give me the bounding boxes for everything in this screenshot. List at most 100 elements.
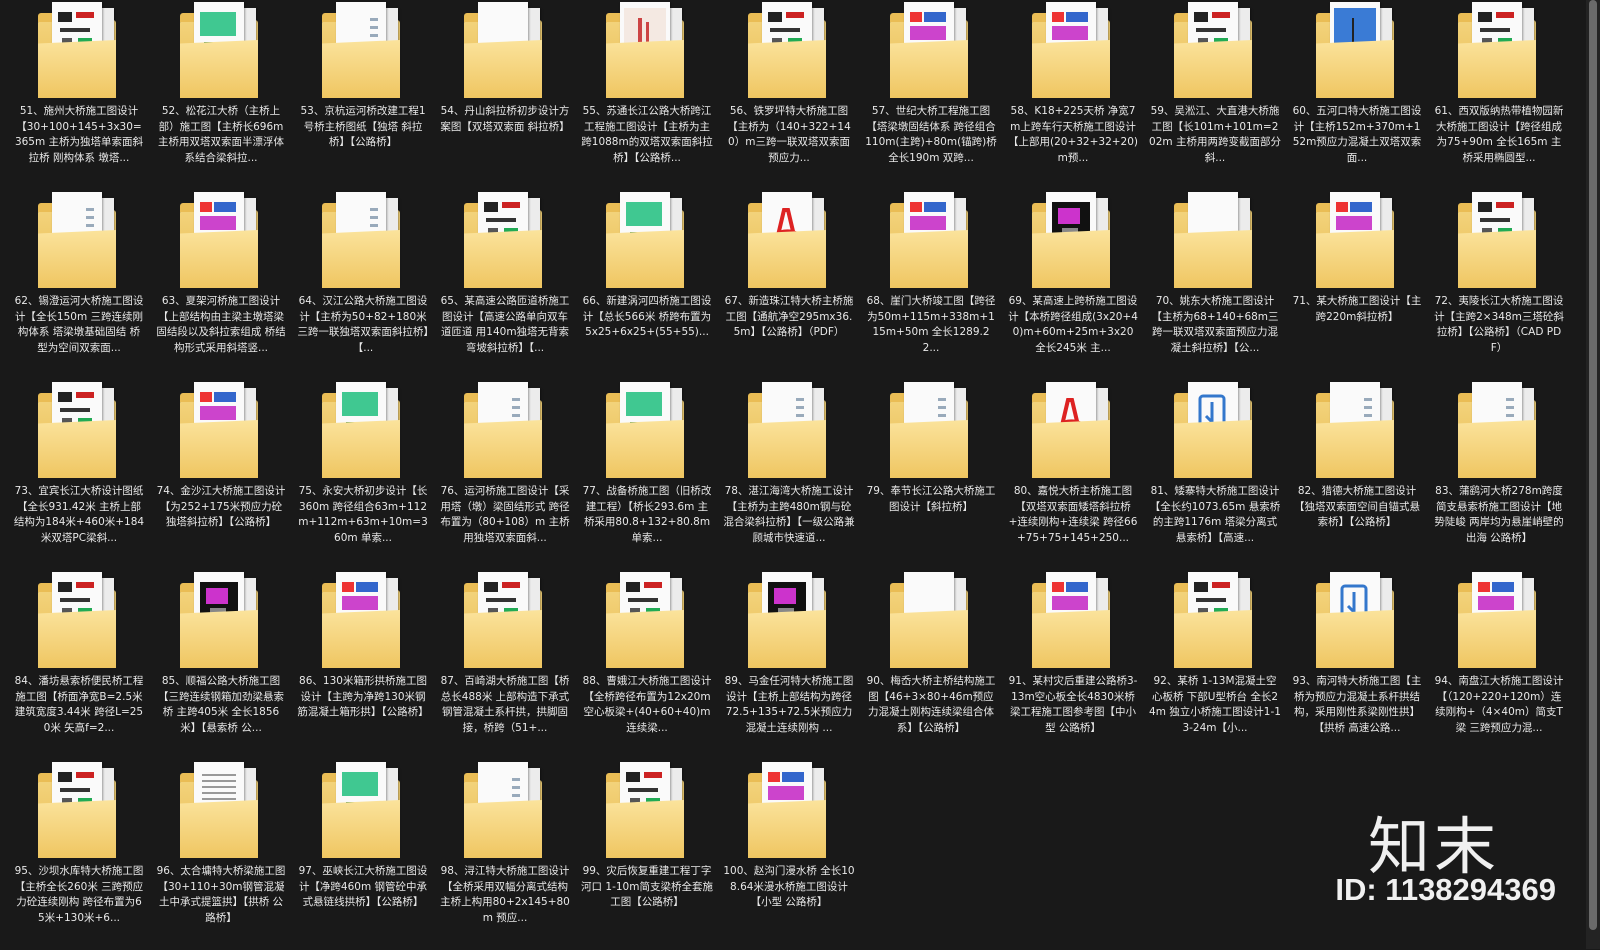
folder-name[interactable]: 71、某大桥施工图设计【主跨220m斜拉桥】 [1291, 294, 1423, 325]
folder-item[interactable]: 64、汉江公路大桥施工图设计【主桥为50+82+180米三跨一联独塔双索面斜拉桥… [292, 190, 434, 380]
folder-icon[interactable] [464, 380, 546, 486]
folder-item[interactable]: 98、浔江特大桥施工图设计【全桥采用双幅分离式结构 主桥上构用80+2x145+… [434, 760, 576, 950]
folder-icon[interactable] [890, 190, 972, 296]
folder-item[interactable]: 82、猎德大桥施工图设计【独塔双索面空间自锚式悬索桥】【公路桥】 [1286, 380, 1428, 570]
folder-icon[interactable] [606, 760, 688, 866]
folder-icon[interactable] [38, 570, 120, 676]
folder-name[interactable]: 92、某桥 1-13M混凝土空心板桥 下部U型桥台 全长24m 独立小桥施工图设… [1149, 674, 1281, 736]
folder-name[interactable]: 96、太合墉特大桥梁施工图【30+110+30m钢管混凝土中承式提篮拱】【拱桥 … [155, 864, 287, 926]
folder-name[interactable]: 79、奉节长江公路大桥施工图设计【斜拉桥】 [865, 484, 997, 515]
folder-item[interactable]: 97、巫峡长江大桥施工图设计【净跨460m 钢管砼中承式悬链线拱桥】【公路桥】 [292, 760, 434, 950]
folder-item[interactable]: 85、顺福公路大桥施工图【三跨连续钢箱加劲梁悬索桥 主跨405米 全长1856米… [150, 570, 292, 760]
folder-icon[interactable] [464, 190, 546, 296]
folder-item[interactable]: 88、曹娥江大桥施工图设计【全桥跨径布置为12x20m空心板梁+(40+60+4… [576, 570, 718, 760]
folder-icon[interactable] [1032, 570, 1114, 676]
folder-name[interactable]: 100、赵沟门漫水桥 全长108.64米漫水桥施工图设计【小型 公路桥】 [723, 864, 855, 911]
folder-icon[interactable] [180, 190, 262, 296]
folder-icon[interactable] [1316, 190, 1398, 296]
folder-name[interactable]: 63、夏架河桥施工图设计【上部结构由主梁主墩塔梁固结段以及斜拉索组成 桥结构形式… [155, 294, 287, 356]
folder-item[interactable]: 100、赵沟门漫水桥 全长108.64米漫水桥施工图设计【小型 公路桥】 [718, 760, 860, 950]
folder-icon[interactable] [1174, 570, 1256, 676]
folder-item[interactable]: 86、130米箱形拱桥施工图设计【主跨为净跨130米钢筋混凝土箱形拱】【公路桥】 [292, 570, 434, 760]
folder-icon[interactable] [748, 760, 830, 866]
folder-item[interactable]: 93、南河特大桥施工图【主桥为预应力混凝土系杆拱结构，采用刚性系梁刚性拱】【拱桥… [1286, 570, 1428, 760]
folder-item[interactable]: 94、南盘江大桥施工图设计【（120+220+120m）连续刚构+（4×40m）… [1428, 570, 1570, 760]
folder-icon[interactable] [890, 380, 972, 486]
folder-icon[interactable] [464, 760, 546, 866]
folder-icon[interactable] [322, 570, 404, 676]
folder-name[interactable]: 82、猎德大桥施工图设计【独塔双索面空间自锚式悬索桥】【公路桥】 [1291, 484, 1423, 531]
folder-item[interactable]: 96、太合墉特大桥梁施工图【30+110+30m钢管混凝土中承式提篮拱】【拱桥 … [150, 760, 292, 950]
folder-item[interactable]: 55、苏通长江公路大桥跨江工程施工图设计【主桥为主跨1088m的双塔双索面斜拉桥… [576, 0, 718, 190]
folder-icon[interactable] [1032, 380, 1114, 486]
folder-name[interactable]: 98、浔江特大桥施工图设计【全桥采用双幅分离式结构 主桥上构用80+2x145+… [439, 864, 571, 926]
folder-icon[interactable] [1032, 0, 1114, 106]
folder-icon[interactable] [180, 760, 262, 866]
folder-item[interactable]: 80、嘉悦大桥主桥施工图【双塔双索面矮塔斜拉桥+连续刚构+连续梁 跨径66+75… [1002, 380, 1144, 570]
folder-item[interactable]: 71、某大桥施工图设计【主跨220m斜拉桥】 [1286, 190, 1428, 380]
folder-name[interactable]: 53、京杭运河桥改建工程1号桥主桥图纸【独塔 斜拉桥】【公路桥】 [297, 104, 429, 151]
folder-name[interactable]: 67、新造珠江特大桥主桥施工图【通航净空295mx36.5m】【公路桥】（PDF… [723, 294, 855, 341]
folder-icon[interactable] [748, 380, 830, 486]
vertical-scrollbar[interactable] [1586, 0, 1600, 949]
folder-icon[interactable] [180, 0, 262, 106]
folder-item[interactable]: 56、铁罗坪特大桥施工图【主桥为（140+322+140）m三跨一联双塔双索面预… [718, 0, 860, 190]
folder-icon[interactable] [1316, 0, 1398, 106]
folder-name[interactable]: 62、锡澄运河大桥施工图设计【全长150m 三跨连续刚构体系 塔梁墩基础固结 桥… [13, 294, 145, 356]
folder-item[interactable]: 57、世纪大桥工程施工图【塔梁墩固结体系 跨径组合110m(主跨)+80m(锚跨… [860, 0, 1002, 190]
folder-name[interactable]: 87、百崎湖大桥施工图【桥总长488米 上部构造下承式钢管混凝土系杆拱，拱脚固接… [439, 674, 571, 736]
folder-name[interactable]: 51、施州大桥施工图设计【30+100+145+3x30=365m 主桥为独塔单… [13, 104, 145, 166]
folder-icon[interactable] [1458, 0, 1540, 106]
folder-name[interactable]: 91、某村灾后重建公路桥3-13m空心板全长4830米桥梁工程施工图参考图【中小… [1007, 674, 1139, 736]
folder-name[interactable]: 64、汉江公路大桥施工图设计【主桥为50+82+180米三跨一联独塔双索面斜拉桥… [297, 294, 429, 356]
folder-icon[interactable] [1458, 190, 1540, 296]
folder-name[interactable]: 74、金沙江大桥施工图设计【为252+175米预应力砼独塔斜拉桥】【公路桥】 [155, 484, 287, 531]
folder-name[interactable]: 58、K18+225天桥 净宽7m上跨车行天桥施工图设计【上部用(20+32+3… [1007, 104, 1139, 166]
folder-name[interactable]: 77、战备桥施工图（旧桥改建工程）【桥长293.6m 主桥采用80.8+132+… [581, 484, 713, 546]
folder-name[interactable]: 54、丹山斜拉桥初步设计方案图【双塔双索面 斜拉桥】 [439, 104, 571, 135]
folder-item[interactable]: 90、梅岙大桥主桥结构施工图【46+3×80+46m预应力混凝土刚构连续梁组合体… [860, 570, 1002, 760]
folder-icon[interactable] [606, 570, 688, 676]
folder-name[interactable]: 80、嘉悦大桥主桥施工图【双塔双索面矮塔斜拉桥+连续刚构+连续梁 跨径66+75… [1007, 484, 1139, 546]
folder-icon[interactable] [1174, 190, 1256, 296]
folder-icon[interactable] [1458, 380, 1540, 486]
folder-item[interactable]: 62、锡澄运河大桥施工图设计【全长150m 三跨连续刚构体系 塔梁墩基础固结 桥… [8, 190, 150, 380]
folder-icon[interactable] [606, 0, 688, 106]
folder-item[interactable]: 78、湛江海湾大桥施工设计【主桥为主跨480m钢与砼混合梁斜拉桥】【一级公路兼顾… [718, 380, 860, 570]
folder-icon[interactable] [322, 190, 404, 296]
folder-item[interactable]: 60、五河口特大桥施工图设计【主桥152m+370m+152m预应力混凝土双塔双… [1286, 0, 1428, 190]
folder-item[interactable]: 91、某村灾后重建公路桥3-13m空心板全长4830米桥梁工程施工图参考图【中小… [1002, 570, 1144, 760]
folder-icon[interactable] [1458, 570, 1540, 676]
folder-item[interactable]: 87、百崎湖大桥施工图【桥总长488米 上部构造下承式钢管混凝土系杆拱，拱脚固接… [434, 570, 576, 760]
folder-item[interactable]: 95、沙坝水库特大桥施工图【主桥全长260米 三跨预应力砼连续刚构 跨径布置为6… [8, 760, 150, 950]
folder-icon[interactable] [322, 760, 404, 866]
folder-item[interactable]: 54、丹山斜拉桥初步设计方案图【双塔双索面 斜拉桥】 [434, 0, 576, 190]
folder-item[interactable]: 76、运河桥施工图设计【采用塔（墩）梁固结形式 跨径布置为（80+108）m 主… [434, 380, 576, 570]
folder-icon[interactable] [606, 190, 688, 296]
folder-name[interactable]: 56、铁罗坪特大桥施工图【主桥为（140+322+140）m三跨一联双塔双索面预… [723, 104, 855, 166]
folder-item[interactable]: 67、新造珠江特大桥主桥施工图【通航净空295mx36.5m】【公路桥】（PDF… [718, 190, 860, 380]
folder-item[interactable]: 63、夏架河桥施工图设计【上部结构由主梁主墩塔梁固结段以及斜拉索组成 桥结构形式… [150, 190, 292, 380]
folder-name[interactable]: 84、潘坊悬索桥便民桥工程施工图【桥面净宽B=2.5米 建筑宽度3.44米 跨径… [13, 674, 145, 736]
folder-name[interactable]: 59、吴淞江、大直港大桥施工图【长101m+101m=202m 主桥用两跨变截面… [1149, 104, 1281, 166]
folder-item[interactable]: 75、永安大桥初步设计【长360m 跨径组合63m+112m+112m+63m+… [292, 380, 434, 570]
folder-item[interactable]: 52、松花江大桥（主桥上部）施工图【主桥长696m 主桥用双塔双索面半漂浮体系结… [150, 0, 292, 190]
folder-icon[interactable] [464, 0, 546, 106]
folder-item[interactable]: 66、新建涡河四桥施工图设计【总长566米 桥跨布置为5x25+6x25+(55… [576, 190, 718, 380]
folder-name[interactable]: 65、某高速公路匝道桥施工图设计【高速公路单向双车道匝道 用140m独塔无背索弯… [439, 294, 571, 356]
folder-name[interactable]: 86、130米箱形拱桥施工图设计【主跨为净跨130米钢筋混凝土箱形拱】【公路桥】 [297, 674, 429, 721]
folder-icon[interactable] [1174, 0, 1256, 106]
folder-item[interactable]: 59、吴淞江、大直港大桥施工图【长101m+101m=202m 主桥用两跨变截面… [1144, 0, 1286, 190]
folder-icon[interactable] [748, 570, 830, 676]
folder-item[interactable]: 77、战备桥施工图（旧桥改建工程）【桥长293.6m 主桥采用80.8+132+… [576, 380, 718, 570]
folder-icon[interactable] [1316, 570, 1398, 676]
folder-name[interactable]: 69、某高速上跨桥施工图设计【本桥跨径组成(3x20+40)m+60m+25m+… [1007, 294, 1139, 356]
folder-item[interactable]: 61、西双版纳热带植物园新大桥施工图设计【跨径组成为75+90m 全长165m … [1428, 0, 1570, 190]
folder-name[interactable]: 90、梅岙大桥主桥结构施工图【46+3×80+46m预应力混凝土刚构连续梁组合体… [865, 674, 997, 736]
folder-icon[interactable] [38, 760, 120, 866]
folder-name[interactable]: 76、运河桥施工图设计【采用塔（墩）梁固结形式 跨径布置为（80+108）m 主… [439, 484, 571, 546]
folder-name[interactable]: 72、夷陵长江大桥施工图设计【主跨2×348m三塔砼斜拉桥】【公路桥】（CAD … [1433, 294, 1565, 356]
folder-item[interactable]: 53、京杭运河桥改建工程1号桥主桥图纸【独塔 斜拉桥】【公路桥】 [292, 0, 434, 190]
folder-name[interactable]: 70、姚东大桥施工图设计【主桥为68+140+68m三跨一联双塔双索面预应力混凝… [1149, 294, 1281, 356]
folder-name[interactable]: 73、宜宾长江大桥设计图纸【全长931.42米 主桥上部结构为184米+460米… [13, 484, 145, 546]
